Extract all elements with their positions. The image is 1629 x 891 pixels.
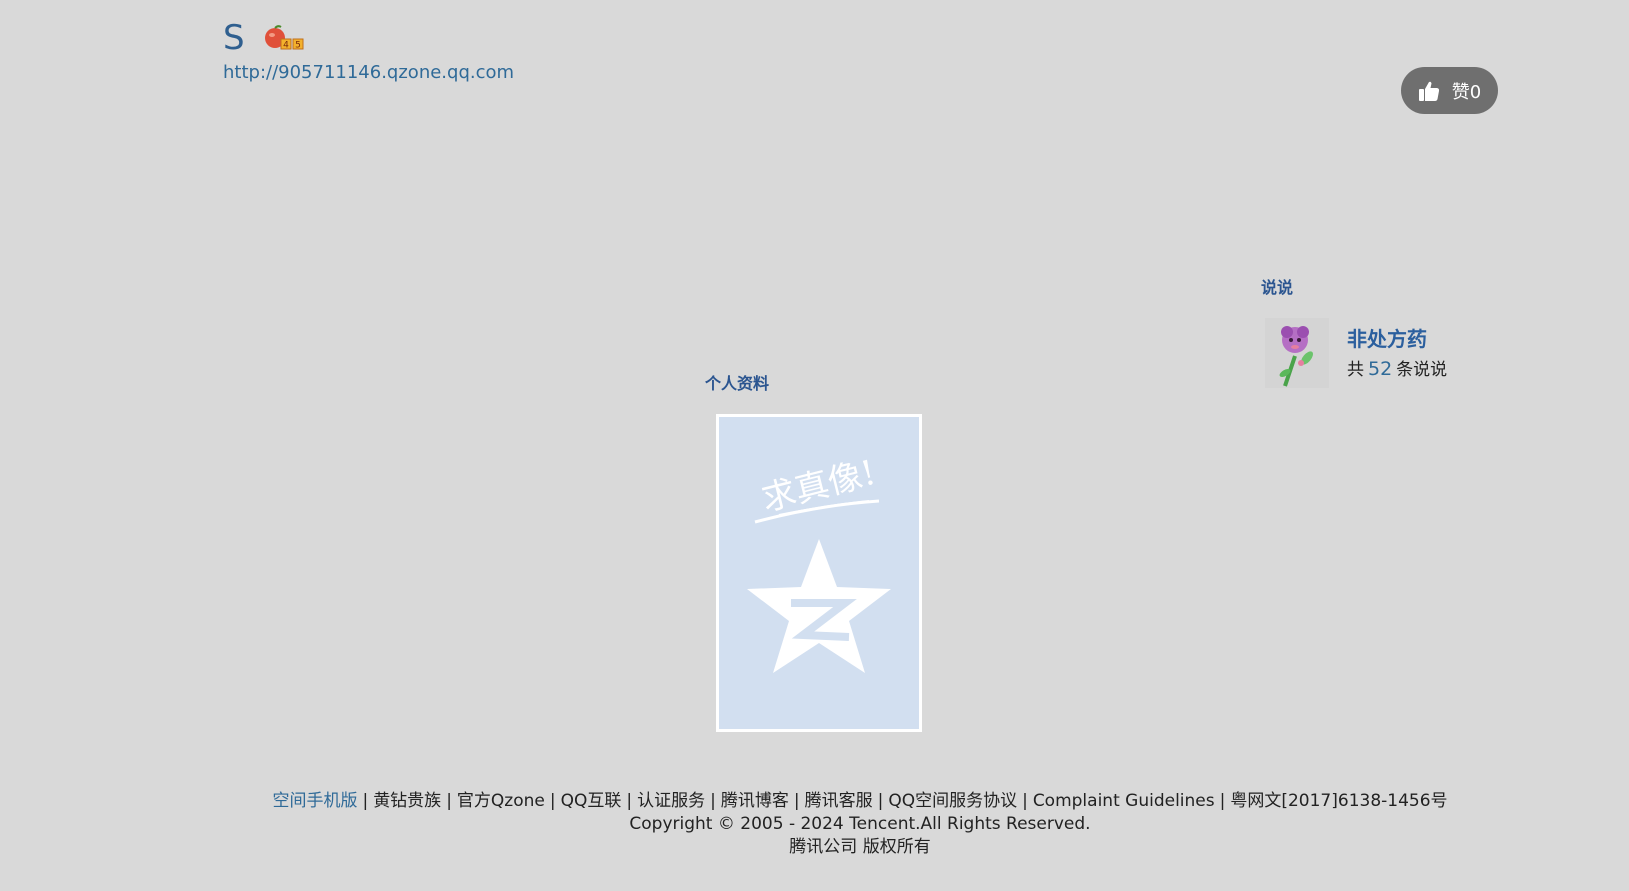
yellow-diamond-badge-icon[interactable]: 4 5 bbox=[263, 25, 307, 51]
footer-link-official-qzone[interactable]: 官方Qzone bbox=[457, 791, 545, 811]
thumbs-up-icon bbox=[1418, 81, 1439, 101]
count-suffix: 条说说 bbox=[1396, 360, 1448, 380]
company-text: 腾讯公司 版权所有 bbox=[789, 837, 931, 857]
footer-link-service-agreement[interactable]: QQ空间服务协议 bbox=[888, 791, 1017, 811]
space-url-link[interactable]: http://905711146.qzone.qq.com bbox=[223, 62, 514, 83]
footer-links: 空间手机版 | 黄钻贵族 | 官方Qzone | QQ互联 | 认证服务 | 腾讯博客 | 腾讯客服 | Q… bbox=[272, 791, 1448, 811]
footer-link-tencent-blog[interactable]: 腾讯博客 bbox=[721, 791, 789, 811]
shuoshuo-name[interactable]: 非处方药 bbox=[1347, 323, 1427, 352]
shuoshuo-title[interactable]: 说说 bbox=[1261, 274, 1293, 298]
profile-title[interactable]: 个人资料 bbox=[705, 370, 769, 394]
svg-text:4: 4 bbox=[283, 41, 289, 51]
shuoshuo-count: 共 52 条说说 bbox=[1347, 355, 1447, 380]
footer-link-license[interactable]: 粤网文[2017]6138-1456号 bbox=[1230, 791, 1447, 811]
footer-link-mobile[interactable]: 空间手机版 bbox=[272, 791, 357, 811]
footer-link-customer-service[interactable]: 腾讯客服 bbox=[805, 791, 873, 811]
shuoshuo-avatar[interactable] bbox=[1265, 318, 1329, 388]
like-label: 赞0 bbox=[1451, 81, 1482, 103]
page: S 4 5 http://905711146.qzone.qq.com 赞0 说… bbox=[0, 0, 1629, 891]
footer-link-verification[interactable]: 认证服务 bbox=[637, 791, 705, 811]
owner-row: S 4 5 bbox=[223, 18, 514, 58]
vip-level: 5 bbox=[295, 41, 301, 51]
copyright-text: Copyright © 2005 - 2024 Tencent.All Righ… bbox=[629, 814, 1091, 834]
count-number[interactable]: 52 bbox=[1368, 358, 1392, 380]
footer: 空间手机版 | 黄钻贵族 | 官方Qzone | QQ互联 | 认证服务 | 腾讯博客 | 腾讯客服 | Q… bbox=[0, 790, 1629, 859]
footer-link-yellow-diamond[interactable]: 黄钻贵族 bbox=[373, 791, 441, 811]
footer-link-qq-connect[interactable]: QQ互联 bbox=[561, 791, 622, 811]
header: S 4 5 http://905711146.qzone.qq.com bbox=[223, 18, 514, 83]
count-prefix: 共 bbox=[1347, 360, 1364, 380]
footer-link-complaint-guidelines[interactable]: Complaint Guidelines bbox=[1033, 791, 1215, 811]
like-button[interactable]: 赞0 bbox=[1401, 67, 1498, 114]
profile-photo-placeholder[interactable]: 求真像! bbox=[716, 414, 922, 732]
qzone-star-icon bbox=[747, 539, 891, 673]
owner-name[interactable]: S bbox=[223, 18, 245, 58]
